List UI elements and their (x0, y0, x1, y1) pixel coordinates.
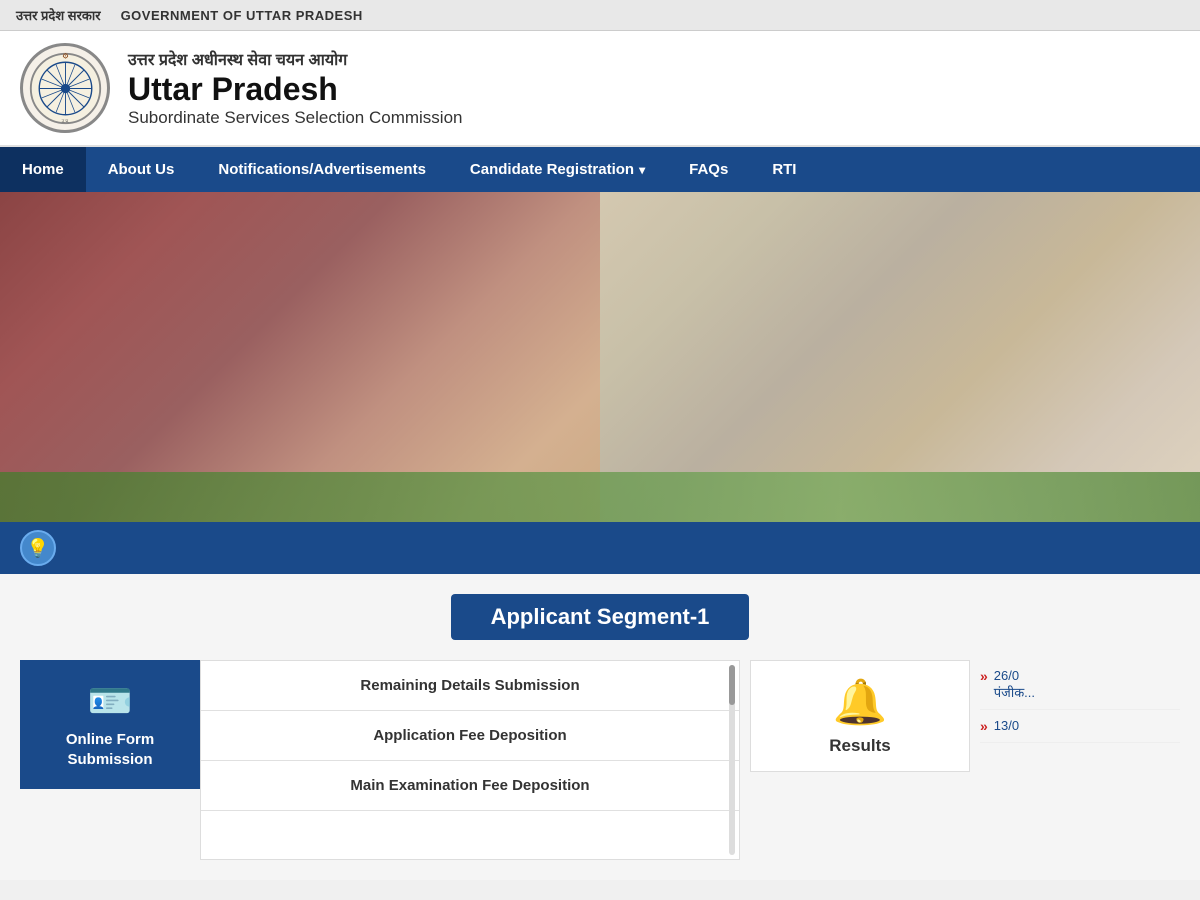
hero-banner (0, 192, 1200, 522)
main-nav: Home About Us Notifications/Advertisemen… (0, 147, 1200, 192)
bulb-icon[interactable]: 💡 (20, 530, 56, 566)
nav-home[interactable]: Home (0, 147, 86, 192)
step-application-fee[interactable]: Application Fee Deposition (201, 711, 739, 761)
header-text-block: उत्तर प्रदेश अधीनस्थ सेवा चयन आयोग Uttar… (128, 48, 1180, 127)
site-header: ⚙ उ.प्र. उत्तर प्रदेश अधीनस्थ सेवा चयन आ… (0, 31, 1200, 147)
notifications-panel: » 26/0पंजीक... » 13/0 (980, 660, 1180, 743)
scrollbar-thumb[interactable] (729, 665, 735, 705)
notif-item-1[interactable]: » 26/0पंजीक... (980, 660, 1180, 710)
notif-item-2[interactable]: » 13/0 (980, 710, 1180, 743)
info-bar: 💡 (0, 522, 1200, 574)
nav-about-us[interactable]: About Us (86, 147, 197, 192)
bell-icon: 🔔 (833, 676, 888, 728)
svg-text:⚙: ⚙ (62, 51, 69, 60)
gov-english-text: GOVERNMENT OF UTTAR PRADESH (121, 8, 363, 23)
step-remaining-details[interactable]: Remaining Details Submission (201, 661, 739, 711)
content-grid: 🪪 Online FormSubmission Remaining Detail… (0, 660, 1200, 880)
left-panel: 🪪 Online FormSubmission (20, 660, 200, 789)
results-panel: 🔔 Results (750, 660, 970, 772)
notif-text-2: 13/0 (994, 718, 1019, 733)
arrow-icon-2: » (980, 718, 988, 734)
steps-list: Remaining Details Submission Application… (201, 661, 739, 811)
org-subtitle: Subordinate Services Selection Commissio… (128, 108, 1180, 128)
gov-bar: उत्तर प्रदेश सरकार GOVERNMENT OF UTTAR P… (0, 0, 1200, 31)
logo: ⚙ उ.प्र. (20, 43, 110, 133)
online-form-submission[interactable]: 🪪 Online FormSubmission (20, 660, 200, 789)
gov-hindi-text: उत्तर प्रदेश सरकार (16, 6, 101, 24)
nav-notifications[interactable]: Notifications/Advertisements (196, 147, 448, 192)
nav-rti[interactable]: RTI (750, 147, 818, 192)
nav-candidate-registration[interactable]: Candidate Registration ▾ (448, 147, 667, 192)
chevron-down-icon: ▾ (639, 163, 645, 177)
notif-text-1: 26/0पंजीक... (994, 668, 1035, 701)
form-submission-label: Online FormSubmission (66, 730, 154, 769)
svg-text:उ.प्र.: उ.प्र. (61, 118, 69, 123)
segment-title-box: Applicant Segment-1 (451, 594, 750, 640)
nav-faqs[interactable]: FAQs (667, 147, 750, 192)
segment-title-area: Applicant Segment-1 (0, 574, 1200, 660)
arrow-icon-1: » (980, 668, 988, 684)
main-content: Applicant Segment-1 🪪 Online FormSubmiss… (0, 574, 1200, 880)
results-label: Results (829, 736, 890, 756)
org-hindi-name: उत्तर प्रदेश अधीनस्थ सेवा चयन आयोग (128, 48, 1180, 70)
org-title: Uttar Pradesh (128, 72, 1180, 107)
steps-panel: Remaining Details Submission Application… (200, 660, 740, 860)
id-card-icon: 🪪 (88, 680, 133, 722)
step-main-exam-fee[interactable]: Main Examination Fee Deposition (201, 761, 739, 811)
scrollbar[interactable] (729, 665, 735, 855)
